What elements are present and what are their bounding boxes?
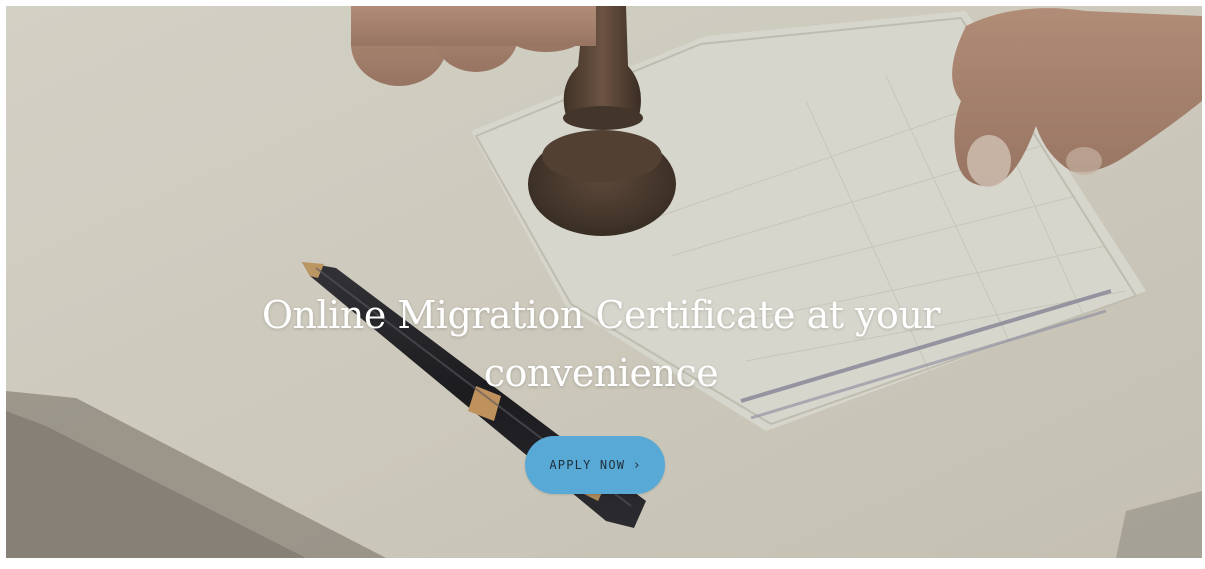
hero-banner: Online Migration Certificate at your con… [6,6,1202,558]
apply-now-label: APPLY NOW [549,458,626,472]
hero-title: Online Migration Certificate at your con… [261,293,941,395]
apply-now-button[interactable]: APPLY NOW › [525,436,665,494]
chevron-right-icon: › [634,457,641,473]
